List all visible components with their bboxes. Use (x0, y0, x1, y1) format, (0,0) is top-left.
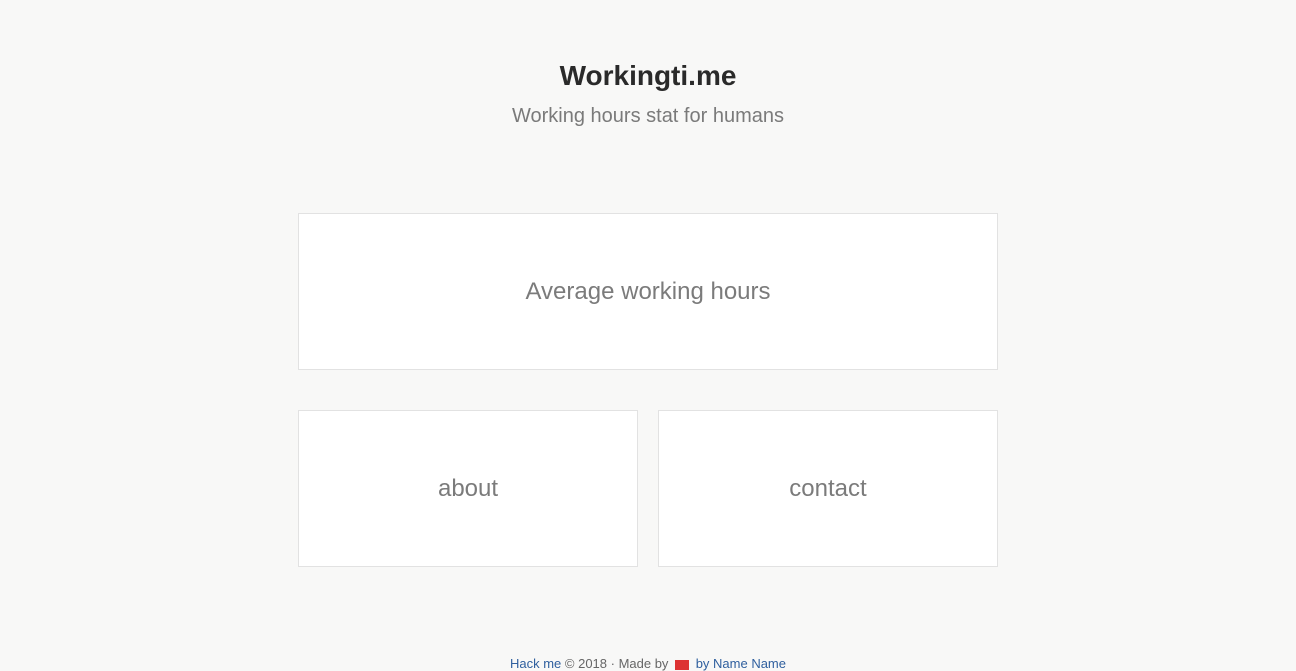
site-title: Workingti.me (559, 60, 737, 91)
site-footer: Hack me © 2018 · Made by by Name Name (0, 656, 1296, 671)
site-header: Workingti.me Working hours stat for huma… (0, 0, 1296, 130)
heart-icon (675, 659, 690, 670)
card-grid: Average working hours about contact (298, 213, 998, 567)
copyright-text: © 2018 · Made by (564, 656, 669, 671)
author-link[interactable]: by Name Name (696, 656, 786, 671)
site-subtitle: Working hours stat for humans (512, 105, 784, 127)
average-working-hours-card[interactable]: Average working hours (298, 213, 998, 370)
about-card[interactable]: about (298, 410, 638, 567)
source-link[interactable]: Hack me (510, 656, 561, 671)
card-row: about contact (298, 410, 998, 567)
contact-card[interactable]: contact (658, 410, 998, 567)
